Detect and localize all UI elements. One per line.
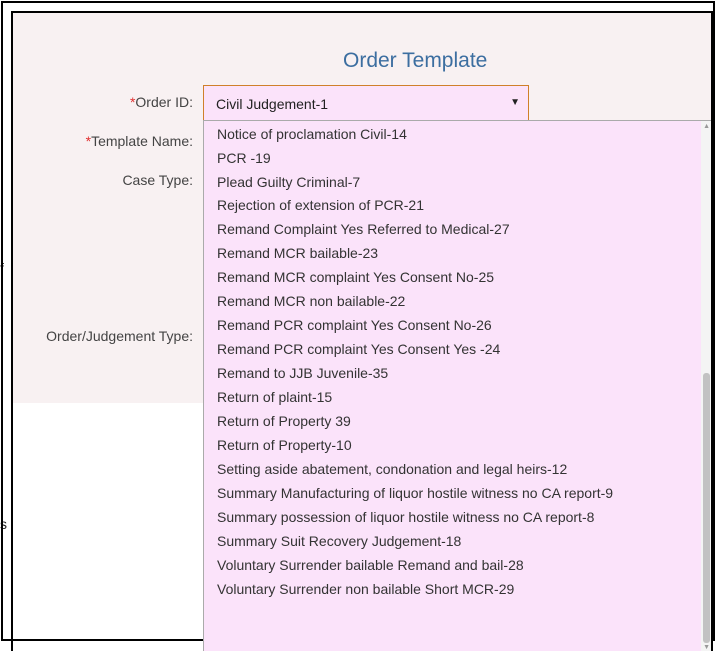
dropdown-scrollbar[interactable]: ▲ ▼ (701, 121, 711, 651)
dropdown-option[interactable]: Voluntary Surrender non bailable Short M… (217, 581, 514, 597)
dropdown-option[interactable]: Summary Manufacturing of liquor hostile … (217, 485, 613, 501)
dropdown-option[interactable]: Return of plaint-15 (217, 389, 332, 405)
scroll-down-arrow-icon[interactable]: ▼ (703, 644, 710, 651)
inner-frame: Order Template *Order ID: *Template Name… (11, 11, 713, 651)
dropdown-option[interactable]: Remand MCR bailable-23 (217, 245, 378, 261)
scroll-up-arrow-icon[interactable]: ▲ (703, 123, 710, 130)
dropdown-option[interactable]: Setting aside abatement, condonation and… (217, 461, 567, 477)
template-name-label: *Template Name: (13, 133, 193, 149)
dropdown-option[interactable]: Rejection of extension of PCR-21 (217, 197, 424, 213)
dropdown-option[interactable]: Remand MCR complaint Yes Consent No-25 (217, 269, 494, 285)
scrollbar-thumb[interactable] (703, 373, 710, 643)
dropdown-option[interactable]: Voluntary Surrender bailable Remand and … (217, 557, 524, 573)
dropdown-option[interactable]: Return of Property-10 (217, 437, 352, 453)
outer-frame: Order Template *Order ID: *Template Name… (1, 1, 715, 651)
case-type-label: Case Type: (122, 172, 193, 188)
order-id-select[interactable]: Civil Judgement-1 ▼ (203, 85, 529, 121)
page-title: Order Template (343, 49, 488, 72)
dropdown-option[interactable]: Plead Guilty Criminal-7 (217, 174, 360, 190)
dropdown-option[interactable]: PCR -19 (217, 150, 271, 166)
dropdown-option[interactable]: Remand MCR non bailable-22 (217, 293, 405, 309)
chevron-down-icon: ▼ (510, 97, 520, 108)
dropdown-option[interactable]: Summary possession of liquor hostile wit… (217, 509, 594, 525)
template-name-label-text: Template Name: (91, 133, 193, 149)
dropdown-option[interactable]: Remand PCR complaint Yes Consent No-26 (217, 317, 492, 333)
dropdown-option[interactable]: Remand Complaint Yes Referred to Medical… (217, 221, 510, 237)
order-id-selected-value: Civil Judgement-1 (216, 96, 329, 112)
dropdown-option[interactable]: Notice of proclamation Civil-14 (217, 126, 407, 142)
dropdown-option[interactable]: Summary Suit Recovery Judgement-18 (217, 533, 461, 549)
dropdown-option[interactable]: Remand to JJB Juvenile-35 (217, 365, 388, 381)
order-judgement-type-label: Order/Judgement Type: (46, 328, 193, 344)
order-id-label: *Order ID: (13, 94, 193, 110)
dropdown-option[interactable]: Return of Property 39 (217, 413, 351, 429)
dropdown-option[interactable]: Remand PCR complaint Yes Consent Yes -24 (217, 341, 500, 357)
order-id-dropdown-list[interactable]: Notice of proclamation Civil-14 PCR -19 … (203, 120, 711, 651)
order-id-label-text: Order ID: (135, 94, 193, 110)
